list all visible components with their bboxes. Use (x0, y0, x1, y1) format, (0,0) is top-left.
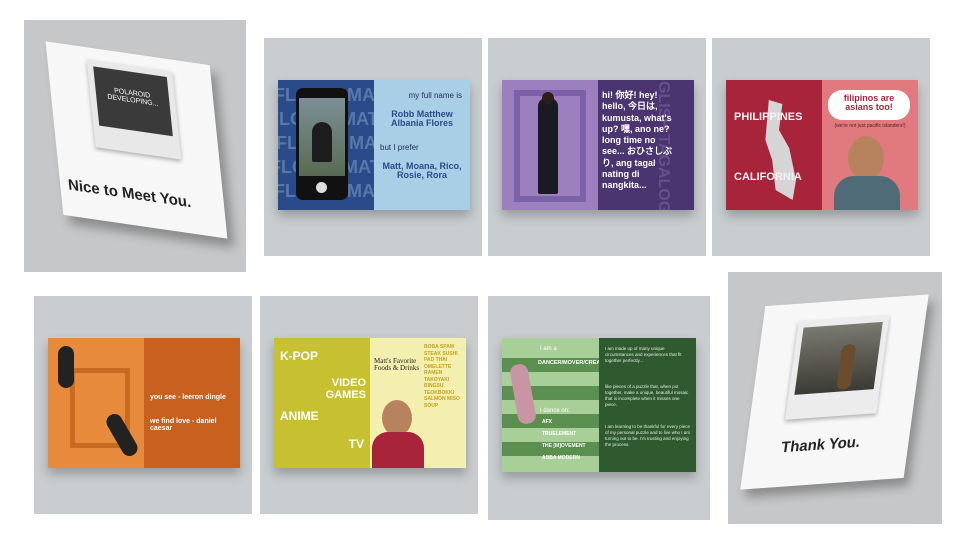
phone-mockup (296, 88, 348, 200)
eater-face (382, 400, 412, 436)
spread-panel-2: ENGLISH TAGALOG hi! 你好! hey! hello, 今日は,… (488, 38, 706, 256)
team-4: ABBA MODERN (542, 455, 580, 461)
spread-1-left-page: FLORESMATT FLORESMATT FLORESMATT FLORESM… (278, 80, 374, 210)
spread-2-book: ENGLISH TAGALOG hi! 你好! hey! hello, 今日は,… (502, 80, 694, 210)
eater-body (372, 432, 424, 468)
spread-3-left-page: PHILIPPINES CALIFORNIA (726, 80, 822, 210)
greetings: hi! 你好! hey! hello, 今日は, kumusta, what's… (602, 90, 673, 190)
portrait-face (848, 136, 884, 180)
suit-figure (538, 98, 558, 194)
spread-6-book: I am a DANCER/MOVER/CREATOR/ARTIST/DIREC… (502, 338, 696, 472)
shutter-icon (316, 182, 327, 193)
spread-4-right-page: you see - leeron dingle we find love - d… (144, 338, 240, 468)
back-title: Thank You. (780, 433, 862, 457)
spread-panel-5: K-POP VIDEO GAMES ANIME TV Matt's Favori… (260, 296, 478, 514)
spread-5-left-page: K-POP VIDEO GAMES ANIME TV (274, 338, 370, 468)
spread-6-right-page: I am made up of many unique circumstance… (599, 338, 696, 472)
quote-1: I am made up of many unique circumstance… (605, 346, 682, 363)
spread-5-book: K-POP VIDEO GAMES ANIME TV Matt's Favori… (274, 338, 466, 468)
spread-3-right-page: filipinos are asians too! (we're not jus… (822, 80, 918, 210)
spread-2-right-page: ENGLISH TAGALOG hi! 你好! hey! hello, 今日は,… (598, 80, 694, 210)
person-figure (312, 122, 332, 162)
tv-label: TV (348, 437, 364, 451)
spread-panel-6: I am a DANCER/MOVER/CREATOR/ARTIST/DIREC… (488, 296, 710, 520)
head-figure (542, 92, 554, 104)
quote-2: like pieces of a puzzle that, when put t… (605, 384, 689, 407)
anime-label: ANIME (280, 409, 319, 423)
lyric-2: we find love - daniel caesar (150, 418, 217, 433)
figure-top (58, 346, 74, 388)
spread-4-book: you see - leeron dingle we find love - d… (48, 338, 240, 468)
back-polaroid-frame (785, 315, 890, 420)
kpop-label: K-POP (280, 349, 319, 363)
polaroid-frame: POLAROID DEVELOPING... (86, 59, 182, 160)
foods-title: Matt's Favorite Foods & Drinks (374, 357, 420, 373)
spread-2-left-page (502, 80, 598, 210)
spread-4-left-page (48, 338, 144, 468)
portrait-body (834, 176, 900, 210)
spread-panel-3: PHILIPPINES CALIFORNIA filipinos are asi… (712, 38, 930, 256)
cover-title: Nice to Meet You. (67, 176, 192, 212)
country-label: PHILIPPINES (734, 111, 803, 123)
name-intro: my full name is (408, 91, 462, 100)
games-label: VIDEO GAMES (325, 377, 366, 401)
spread-panel-1: FLORESMATT FLORESMATT FLORESMATT FLORESM… (264, 38, 482, 256)
iam-label: I am a (540, 346, 557, 352)
spread-1-book: FLORESMATT FLORESMATT FLORESMATT FLORESM… (278, 80, 470, 210)
spread-1-right-page: my full name is Robb Matthew Albania Flo… (374, 80, 470, 210)
cover-book: POLAROID DEVELOPING... Nice to Meet You. (45, 41, 228, 239)
back-book: Thank You. (740, 294, 929, 490)
cover-panel: POLAROID DEVELOPING... Nice to Meet You. (24, 20, 246, 272)
spread-3-book: PHILIPPINES CALIFORNIA filipinos are asi… (726, 80, 918, 210)
spread-5-right-page: Matt's Favorite Foods & Drinks BOBA SPAM… (370, 338, 466, 468)
foods-list: BOBA SPAM STEAK SUSHI PAD THAI OMELETTE … (424, 344, 460, 409)
headline: filipinos are asians too! (843, 93, 895, 113)
dance-on-label: I dance on: (540, 408, 570, 414)
spread-panel-4: you see - leeron dingle we find love - d… (34, 296, 252, 514)
state-label: CALIFORNIA (734, 171, 802, 183)
prefer-label: but I prefer (380, 143, 419, 152)
subline: (we're not just pacific islanders!) (834, 123, 906, 129)
polaroid-image: POLAROID DEVELOPING... (93, 66, 173, 137)
quote-3: I am learning to be thankful for every p… (605, 424, 691, 447)
roles-text: DANCER/MOVER/CREATOR/ARTIST/DIRECTOR/VID… (538, 360, 599, 366)
full-name: Robb Matthew Albania Flores (390, 109, 453, 129)
team-3: THE [M]OVEMENT (542, 443, 586, 449)
nicknames: Matt, Moana, Rico, Rosie, Rora (382, 161, 462, 181)
team-2: TRUELEMENT (542, 431, 577, 437)
lyric-1: you see - leeron dingle (150, 394, 226, 401)
team-1: AFX (542, 419, 552, 425)
spread-6-left-page: I am a DANCER/MOVER/CREATOR/ARTIST/DIREC… (502, 338, 599, 472)
back-panel: Thank You. (728, 272, 942, 524)
